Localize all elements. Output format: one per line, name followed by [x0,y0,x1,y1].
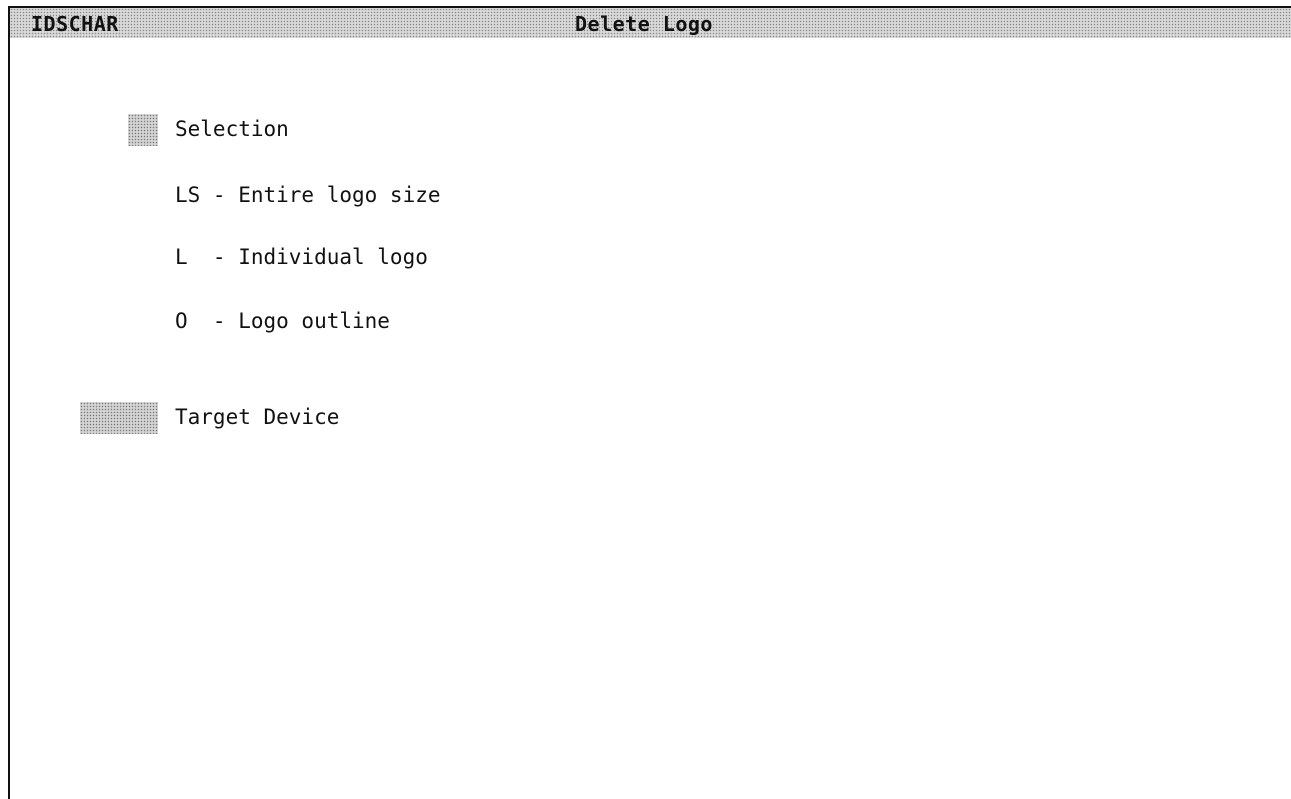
option-logo-outline: O - Logo outline [175,309,390,333]
program-name: IDSCHAR [31,12,119,36]
option-individual-logo: L - Individual logo [175,245,428,269]
target-device-label: Target Device [175,405,340,429]
selection-input[interactable] [128,114,158,146]
panel-title: Delete Logo [575,12,713,36]
title-bar: IDSCHAR Delete Logo [10,8,1291,38]
target-device-input[interactable] [80,402,158,434]
option-entire-logo-size: LS - Entire logo size [175,183,441,207]
selection-label: Selection [175,117,289,141]
